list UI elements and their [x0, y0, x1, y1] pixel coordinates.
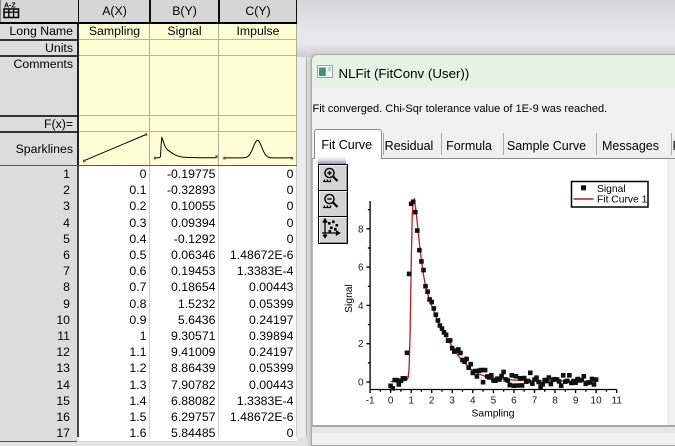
svg-text:3: 3 — [449, 395, 455, 406]
svg-text:10: 10 — [591, 395, 603, 406]
svg-text:Fit Curve 1: Fit Curve 1 — [597, 194, 648, 205]
svg-text:11: 11 — [612, 395, 623, 406]
svg-text:0: 0 — [388, 395, 394, 406]
svg-text:9: 9 — [573, 395, 579, 406]
svg-text:8: 8 — [358, 224, 364, 235]
svg-text:Sampling: Sampling — [472, 408, 515, 419]
svg-text:6: 6 — [358, 262, 364, 273]
svg-text:2: 2 — [429, 395, 435, 406]
svg-text:Signal: Signal — [344, 284, 355, 313]
svg-text:4: 4 — [470, 395, 476, 406]
svg-text:2: 2 — [358, 339, 364, 350]
svg-text:4: 4 — [358, 300, 364, 311]
svg-text:6: 6 — [511, 395, 517, 406]
svg-text:8: 8 — [552, 395, 558, 406]
svg-text:Signal: Signal — [597, 184, 626, 195]
svg-text:5: 5 — [491, 395, 497, 406]
svg-text:7: 7 — [532, 395, 538, 406]
svg-text:1: 1 — [408, 395, 414, 406]
svg-text:-1: -1 — [366, 395, 375, 406]
svg-text:0: 0 — [358, 377, 364, 388]
